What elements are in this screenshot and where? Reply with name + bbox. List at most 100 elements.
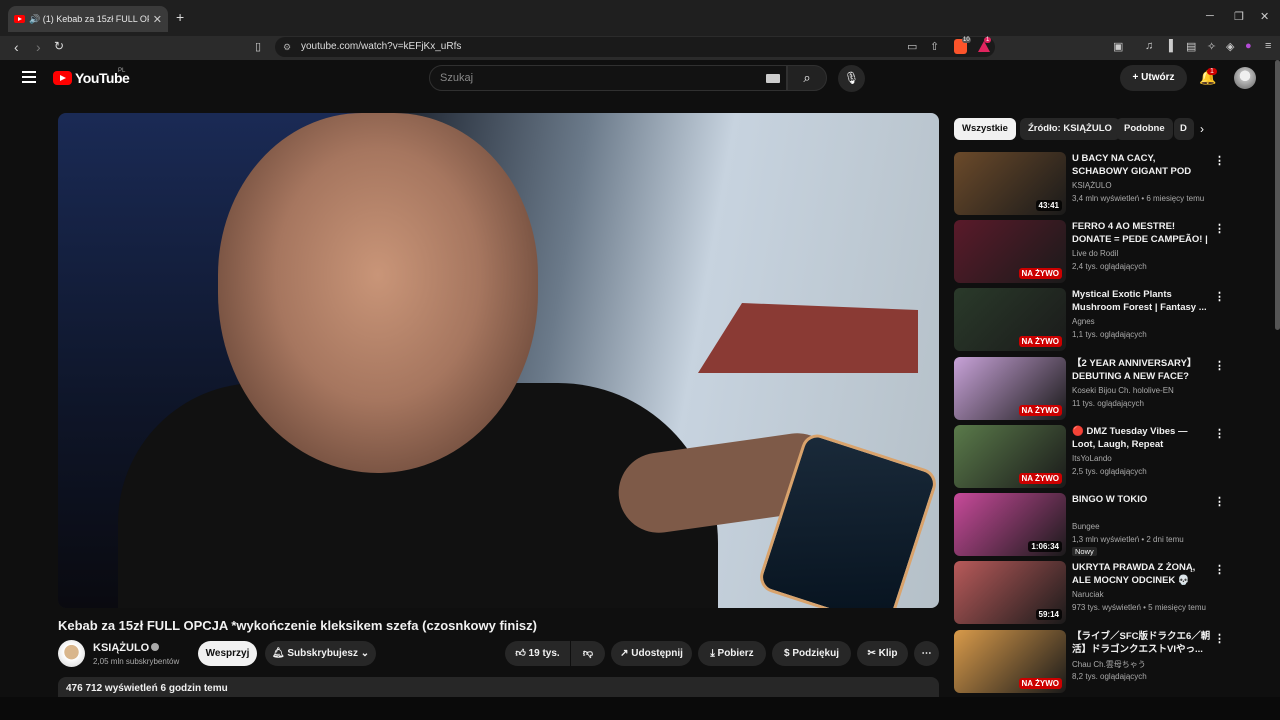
chip-more[interactable]: D — [1174, 118, 1194, 140]
recommendation-channel[interactable]: Naruciak — [1072, 590, 1104, 599]
bookmark-icon[interactable]: ▯ — [255, 40, 261, 53]
recommendation-title[interactable]: U BACY NA CACY, SCHABOWY GIGANT POD KAME… — [1072, 152, 1212, 178]
recommendation-title[interactable]: Mystical Exotic Plants Mushroom Forest |… — [1072, 288, 1212, 314]
recommendation-channel[interactable]: Koseki Bijou Ch. hololive-EN — [1072, 386, 1174, 395]
recommendation-item[interactable]: NA ŻYWO FERRO 4 AO MESTRE! DONATE = PEDE … — [954, 220, 1254, 283]
screenshot-icon[interactable]: ▣ — [1113, 40, 1123, 53]
thanks-button[interactable]: $ Podziękuj — [772, 641, 851, 666]
share-label: Udostępnij — [631, 648, 683, 659]
recommendation-item[interactable]: NA ŻYWO Mystical Exotic Plants Mushroom F… — [954, 288, 1254, 351]
search-button[interactable]: ⌕ — [787, 65, 827, 91]
recommendation-item[interactable]: 43:41 U BACY NA CACY, SCHABOWY GIGANT POD… — [954, 152, 1254, 215]
thumbnail[interactable]: NA ŻYWO — [954, 630, 1066, 693]
recommendation-title[interactable]: 【2 YEAR ANNIVERSARY】 DEBUTING A NEW FACE… — [1072, 357, 1212, 383]
recommendation-meta: 2,5 tys. oglądających — [1072, 467, 1147, 476]
guide-menu-icon[interactable] — [22, 71, 36, 83]
new-tab-icon[interactable]: + — [176, 9, 184, 25]
account-avatar[interactable] — [1234, 67, 1256, 89]
create-button[interactable]: + Utwórz — [1120, 65, 1187, 91]
like-count: 19 tys. — [528, 648, 560, 659]
browser-tab[interactable]: 🔊 (1) Kebab za 15zł FULL OPCJA ✕ — [8, 6, 168, 32]
thumbnail[interactable]: NA ŻYWO — [954, 220, 1066, 283]
leo-ai-icon[interactable]: ● — [1245, 40, 1252, 52]
recommendation-title[interactable]: FERRO 4 AO MESTRE! DONATE = PEDE CAMPEÃO… — [1072, 220, 1212, 246]
sidebar-icon[interactable]: ▐ — [1165, 40, 1173, 52]
thumbnail[interactable]: 59:14 — [954, 561, 1066, 624]
channel-avatar[interactable] — [58, 640, 85, 667]
recommendation-title[interactable]: BINGO W TOKIO — [1072, 493, 1212, 506]
close-tab-icon[interactable]: ✕ — [153, 13, 162, 26]
cast-icon[interactable]: ▭ — [907, 40, 917, 53]
recommendation-item[interactable]: NA ŻYWO 🔴 DMZ Tuesday Vibes — Loot, Laugh… — [954, 425, 1254, 488]
media-icon[interactable]: ♫ — [1145, 40, 1153, 52]
recommendation-channel[interactable]: Bungee — [1072, 522, 1100, 531]
extension-icon[interactable]: ✧ — [1207, 40, 1216, 53]
recommendation-channel[interactable]: Live do Rodil — [1072, 249, 1118, 258]
recommendation-meta: 2,4 tys. oglądających — [1072, 262, 1147, 271]
recommendation-meta: 8,2 tys. oglądających — [1072, 672, 1147, 681]
video-title: Kebab za 15zł FULL OPCJA *wykończenie kl… — [58, 618, 537, 633]
dislike-button[interactable]: 👎︎ — [571, 641, 605, 666]
recommendation-item[interactable]: NA ŻYWO 【2 YEAR ANNIVERSARY】 DEBUTING A N… — [954, 357, 1254, 420]
channel-name[interactable]: KSIĄŻULO — [93, 642, 160, 654]
recommendation-item[interactable]: 59:14 UKRYTA PRAWDA Z ŻONĄ, ALE MOCNY ODC… — [954, 561, 1254, 624]
recommendation-title[interactable]: 🔴 DMZ Tuesday Vibes — Loot, Laugh, Repea… — [1072, 425, 1212, 451]
scrollbar[interactable] — [1275, 60, 1280, 330]
more-options-icon[interactable]: ⋮ — [1214, 632, 1225, 645]
recommendation-item[interactable]: 1:06:34 BINGO W TOKIO Bungee 1,3 mln wyświe… — [954, 493, 1254, 556]
like-button[interactable]: 👍︎ 19 tys. — [505, 641, 570, 666]
recommendation-channel[interactable]: Agnes — [1072, 317, 1095, 326]
restore-icon[interactable]: ❐ — [1234, 10, 1244, 23]
chip-source[interactable]: Źródło: KSIĄŻULO — [1020, 118, 1120, 140]
more-options-icon[interactable]: ⋮ — [1214, 222, 1225, 235]
thumbnail[interactable]: NA ŻYWO — [954, 425, 1066, 488]
search-input[interactable]: Szukaj — [429, 65, 787, 91]
wallet-icon[interactable]: ▤ — [1186, 40, 1196, 53]
chip-all[interactable]: Wszystkie — [954, 118, 1016, 140]
more-options-icon[interactable]: ⋮ — [1214, 359, 1225, 372]
create-label: Utwórz — [1141, 72, 1175, 83]
more-options-icon[interactable]: ⋮ — [1214, 290, 1225, 303]
site-info-icon[interactable]: ⚙ — [283, 37, 291, 57]
share-icon: ↗ — [620, 648, 632, 659]
reload-icon[interactable]: ↻ — [54, 39, 64, 53]
voice-search-icon[interactable]: 🎙 — [838, 65, 865, 92]
description-box[interactable]: 476 712 wyświetleń 6 godzin temu — [58, 677, 939, 697]
share-button[interactable]: ↗ Udostępnij — [611, 641, 692, 666]
keyboard-icon[interactable] — [766, 74, 780, 83]
recommendation-title[interactable]: UKRYTA PRAWDA Z ŻONĄ, ALE MOCNY ODCINEK … — [1072, 561, 1212, 587]
more-actions-button[interactable]: ⋯ — [914, 641, 939, 666]
recommendation-channel[interactable]: KSIĄŻULO — [1072, 181, 1112, 190]
address-bar[interactable]: ⚙ youtube.com/watch?v=kEFjKx_uRfs — [275, 37, 995, 57]
more-options-icon[interactable]: ⋮ — [1214, 427, 1225, 440]
download-button[interactable]: ⤓ Pobierz — [698, 641, 766, 666]
clip-label: Klip — [878, 648, 898, 659]
video-player[interactable] — [58, 113, 939, 608]
thumbnail[interactable]: 1:06:34 — [954, 493, 1066, 556]
thumbnail[interactable]: 43:41 — [954, 152, 1066, 215]
chip-similar[interactable]: Podobne — [1116, 118, 1173, 140]
window-close-icon[interactable]: ✕ — [1260, 10, 1269, 23]
duration-badge: 1:06:34 — [1028, 541, 1062, 552]
thumbnail[interactable]: NA ŻYWO — [954, 288, 1066, 351]
subscribed-button[interactable]: 🔔︎ Subskrybujesz ⌄ — [265, 641, 376, 666]
recommendation-item[interactable]: NA ŻYWO 【ライブ／SFC版ドラクエ6／朝活】ドラゴンクエストVIやっ...… — [954, 630, 1254, 693]
clip-button[interactable]: ✂ Klip — [857, 641, 908, 666]
recommendation-meta: 1,1 tys. oglądających — [1072, 330, 1147, 339]
more-options-icon[interactable]: ⋮ — [1214, 563, 1225, 576]
recommendation-title[interactable]: 【ライブ／SFC版ドラクエ6／朝活】ドラゴンクエストVIやっ... — [1072, 630, 1212, 656]
thumbnail[interactable]: NA ŻYWO — [954, 357, 1066, 420]
support-button[interactable]: Wesprzyj — [198, 641, 257, 666]
menu-icon[interactable]: ≡ — [1265, 40, 1271, 52]
share-page-icon[interactable]: ⇧ — [930, 40, 939, 53]
more-options-icon[interactable]: ⋮ — [1214, 154, 1225, 167]
vpn-icon[interactable]: ◈ — [1226, 40, 1234, 53]
recommendation-channel[interactable]: ItsYoLando — [1072, 454, 1112, 463]
channel-name-text: KSIĄŻULO — [93, 642, 150, 654]
back-icon[interactable]: ‹ — [14, 39, 19, 55]
chevron-right-icon[interactable]: › — [1200, 122, 1204, 136]
minimize-icon[interactable]: ─ — [1206, 10, 1214, 22]
forward-icon[interactable]: › — [36, 39, 41, 55]
more-options-icon[interactable]: ⋮ — [1214, 495, 1225, 508]
recommendation-channel[interactable]: Chau Ch.雲母ちゃう — [1072, 659, 1146, 670]
